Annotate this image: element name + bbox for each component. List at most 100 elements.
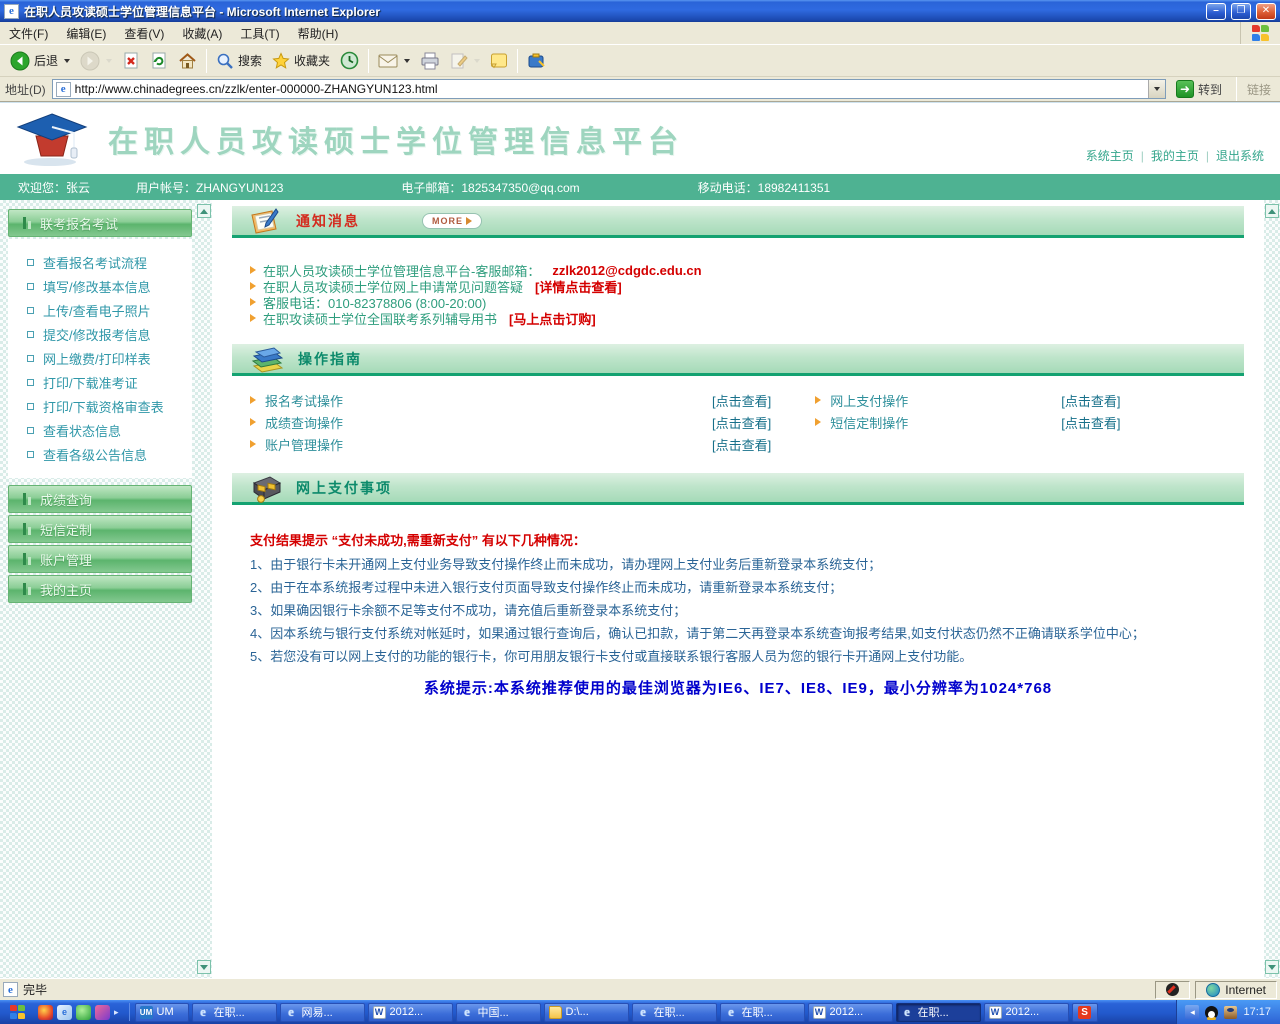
menu-edit[interactable]: 编辑(E): [57, 22, 115, 45]
search-button[interactable]: 搜索: [211, 49, 267, 73]
tray-clock: 17:17: [1243, 1006, 1271, 1018]
sidebar-item[interactable]: 查看状态信息: [8, 418, 192, 442]
taskbar-button[interactable]: e中国...: [456, 1003, 541, 1022]
sidebar-item[interactable]: 查看报名考试流程: [8, 250, 192, 274]
system-tip: 系统提示:本系统推荐使用的最佳浏览器为IE6、IE7、IE8、IE9，最小分辨率…: [232, 677, 1244, 698]
taskbar-button[interactable]: e在职...: [192, 1003, 277, 1022]
sidebar-item[interactable]: 上传/查看电子照片: [8, 298, 192, 322]
close-button[interactable]: ✕: [1256, 3, 1276, 20]
wallet-icon: [248, 473, 284, 503]
arrow-bullet-icon: [250, 298, 256, 306]
taskbar-button[interactable]: D:\...: [544, 1003, 629, 1022]
taskbar-button-um[interactable]: UM UM: [135, 1003, 189, 1022]
view-link[interactable]: [点击查看]: [712, 413, 771, 432]
browser-quicklaunch-icon[interactable]: [38, 1005, 53, 1020]
taskbar-button[interactable]: e在职...: [632, 1003, 717, 1022]
ie-quicklaunch-icon[interactable]: e: [57, 1005, 72, 1020]
quicklaunch-expand-icon[interactable]: ▸: [114, 1007, 119, 1018]
scroll-down-button[interactable]: [197, 960, 211, 974]
sidebar-item[interactable]: 打印/下载准考证: [8, 370, 192, 394]
email-text: 电子邮箱：1825347350@qq.com: [401, 179, 579, 196]
history-icon: [340, 51, 359, 70]
links-label[interactable]: 链接: [1247, 81, 1275, 98]
taskbar-button[interactable]: e网易...: [280, 1003, 365, 1022]
restore-button[interactable]: ❐: [1231, 3, 1251, 20]
taskbar-button[interactable]: W2012...: [808, 1003, 893, 1022]
mail-button[interactable]: [373, 50, 415, 72]
taskbar-button[interactable]: W2012...: [984, 1003, 1069, 1022]
sidebar-item[interactable]: 填写/修改基本信息: [8, 274, 192, 298]
taskbar-button-s[interactable]: S: [1072, 1003, 1098, 1022]
minimize-button[interactable]: –: [1206, 3, 1226, 20]
sidebar-item[interactable]: 网上缴费/打印样表: [8, 346, 192, 370]
view-link[interactable]: [点击查看]: [1061, 413, 1120, 432]
notice-highlight[interactable]: zzlk2012@cdgdc.edu.cn: [552, 263, 701, 278]
address-dropdown-button[interactable]: [1148, 80, 1165, 98]
sidebar-section-myhome[interactable]: 我的主页: [8, 575, 192, 603]
print-button[interactable]: [415, 49, 445, 73]
notice-highlight[interactable]: [详情点击查看]: [535, 277, 622, 296]
status-text: 完毕: [23, 981, 47, 998]
edit-button[interactable]: [445, 49, 485, 73]
history-button[interactable]: [335, 48, 364, 73]
menu-help[interactable]: 帮助(H): [289, 22, 348, 45]
view-link[interactable]: [点击查看]: [1061, 391, 1120, 410]
menu-file[interactable]: 文件(F): [0, 22, 57, 45]
refresh-button[interactable]: [145, 49, 173, 73]
go-arrow-icon: ➜: [1176, 80, 1194, 98]
arrow-bullet-icon: [250, 266, 256, 274]
section-bars-icon: [23, 217, 31, 229]
ie-icon: e: [637, 1006, 650, 1019]
um-icon: UM: [140, 1006, 153, 1019]
qq-icon[interactable]: [1205, 1006, 1218, 1019]
go-button[interactable]: ➜ 转到: [1172, 79, 1226, 99]
sidebar-section-scores[interactable]: 成绩查询: [8, 485, 192, 513]
notice-highlight[interactable]: [马上点击订购]: [509, 309, 596, 328]
sidebar-item[interactable]: 提交/修改报考信息: [8, 322, 192, 346]
status-page-icon: e: [3, 982, 18, 997]
link-logout[interactable]: 退出系统: [1216, 147, 1264, 164]
messenger-button[interactable]: [522, 49, 551, 73]
guide-item: 成绩查询操作[点击查看]: [250, 413, 771, 432]
back-button[interactable]: 后退: [5, 48, 75, 74]
sidebar-item[interactable]: 打印/下载资格审查表: [8, 394, 192, 418]
payment-intro: 支付结果提示 “支付未成功,需重新支付” 有以下几种情况：: [250, 530, 1244, 549]
favorites-button[interactable]: 收藏夹: [267, 49, 335, 73]
photos-quicklaunch-icon[interactable]: [95, 1005, 110, 1020]
menu-tools[interactable]: 工具(T): [231, 22, 288, 45]
ie-toolbar: 后退 搜索 收藏夹: [0, 45, 1280, 77]
view-link[interactable]: [点击查看]: [712, 391, 771, 410]
sidebar-section-exam[interactable]: 联考报名考试: [8, 209, 192, 237]
view-link[interactable]: [点击查看]: [712, 435, 771, 454]
taskbar-button[interactable]: W2012...: [368, 1003, 453, 1022]
more-button[interactable]: MORE: [422, 213, 482, 229]
square-bullet-icon: [27, 379, 34, 386]
forward-button[interactable]: [75, 48, 117, 74]
main-scrollbar[interactable]: [1264, 200, 1280, 978]
green-app-quicklaunch-icon[interactable]: [76, 1005, 91, 1020]
guide-list: 报名考试操作[点击查看] 网上支付操作[点击查看] 成绩查询操作[点击查看] 短…: [232, 376, 1244, 455]
scroll-up-button[interactable]: [197, 204, 211, 218]
section-bars-icon: [23, 493, 31, 505]
menu-favorites[interactable]: 收藏(A): [173, 22, 231, 45]
arrow-bullet-icon: [250, 418, 256, 426]
stop-button[interactable]: [117, 49, 145, 73]
taskbar-button-active[interactable]: e在职...: [896, 1003, 981, 1022]
address-input[interactable]: e http://www.chinadegrees.cn/zzlk/enter-…: [52, 79, 1166, 99]
sidebar-section-account[interactable]: 账户管理: [8, 545, 192, 573]
scroll-down-button[interactable]: [1265, 960, 1279, 974]
discuss-button[interactable]: [485, 49, 513, 72]
scroll-up-button[interactable]: [1265, 204, 1279, 218]
home-button[interactable]: [173, 49, 202, 73]
contacts-tray-icon[interactable]: [1224, 1006, 1237, 1019]
start-button[interactable]: [4, 1003, 30, 1021]
link-my-home[interactable]: 我的主页: [1151, 147, 1199, 164]
sidebar-item[interactable]: 查看各级公告信息: [8, 442, 192, 466]
menu-view[interactable]: 查看(V): [115, 22, 173, 45]
sidebar-scrollbar[interactable]: [196, 200, 212, 978]
tray-chevron-icon[interactable]: ◂: [1185, 1005, 1199, 1019]
sidebar-section-sms[interactable]: 短信定制: [8, 515, 192, 543]
link-system-home[interactable]: 系统主页: [1086, 147, 1134, 164]
taskbar-button[interactable]: e在职...: [720, 1003, 805, 1022]
notice-item[interactable]: 在职攻读硕士学位全国联考系列辅导用书[马上点击订购]: [250, 310, 1244, 326]
